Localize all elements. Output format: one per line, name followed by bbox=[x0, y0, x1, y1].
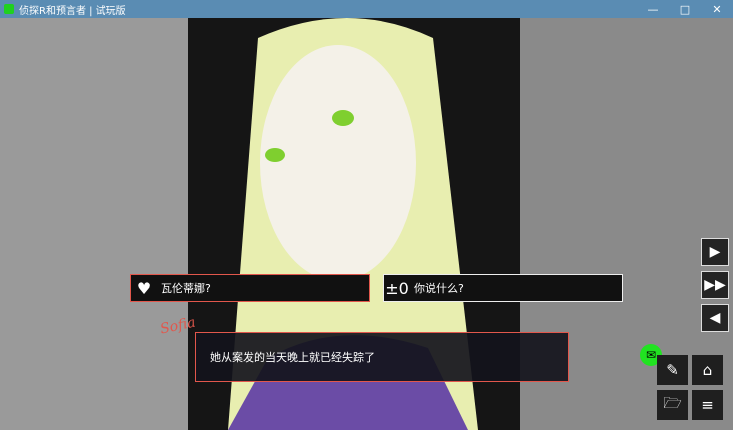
close-button[interactable]: ✕ bbox=[701, 0, 733, 18]
heart-icon: ♥ bbox=[136, 278, 152, 298]
play-button[interactable]: ▶ bbox=[701, 238, 729, 266]
menu-button[interactable]: ≡ bbox=[692, 390, 723, 420]
back-button[interactable]: ◀ bbox=[701, 304, 729, 332]
title-bar: 侦探R和预言者 | 试玩版 — □ ✕ bbox=[0, 0, 733, 18]
dialogue-box[interactable]: 她从案发的当天晚上就已经失踪了 bbox=[195, 332, 569, 382]
choice-label: 你说什么? bbox=[414, 282, 464, 295]
maximize-button[interactable]: □ bbox=[669, 0, 701, 18]
choice-option-what-did-you-say[interactable]: ±0 你说什么? bbox=[383, 274, 623, 302]
map-button[interactable]: ⌂ bbox=[692, 355, 723, 385]
window-title: 侦探R和预言者 | 试玩版 bbox=[19, 5, 126, 17]
game-scene: ♥ 瓦伦蒂娜? ±0 你说什么? Sofia 她从案发的当天晚上就已经失踪了 ▶… bbox=[0, 18, 733, 430]
choice-label: 瓦伦蒂娜? bbox=[161, 282, 211, 295]
fast-forward-button[interactable]: ▶▶ bbox=[701, 271, 729, 299]
plus-minus-zero-icon: ±0 bbox=[385, 278, 409, 298]
eraser-button[interactable]: ✎ bbox=[657, 355, 688, 385]
minimize-button[interactable]: — bbox=[637, 0, 669, 18]
app-icon bbox=[4, 4, 14, 14]
game-window: 侦探R和预言者 | 试玩版 — □ ✕ ♥ 瓦伦蒂娜? ±0 你说什么? Sof… bbox=[0, 0, 733, 430]
folder-button[interactable]: 🗁 bbox=[657, 390, 688, 420]
background-window-area bbox=[0, 18, 190, 430]
dialogue-text: 她从案发的当天晚上就已经失踪了 bbox=[210, 351, 375, 364]
choice-option-valentina[interactable]: ♥ 瓦伦蒂娜? bbox=[130, 274, 370, 302]
